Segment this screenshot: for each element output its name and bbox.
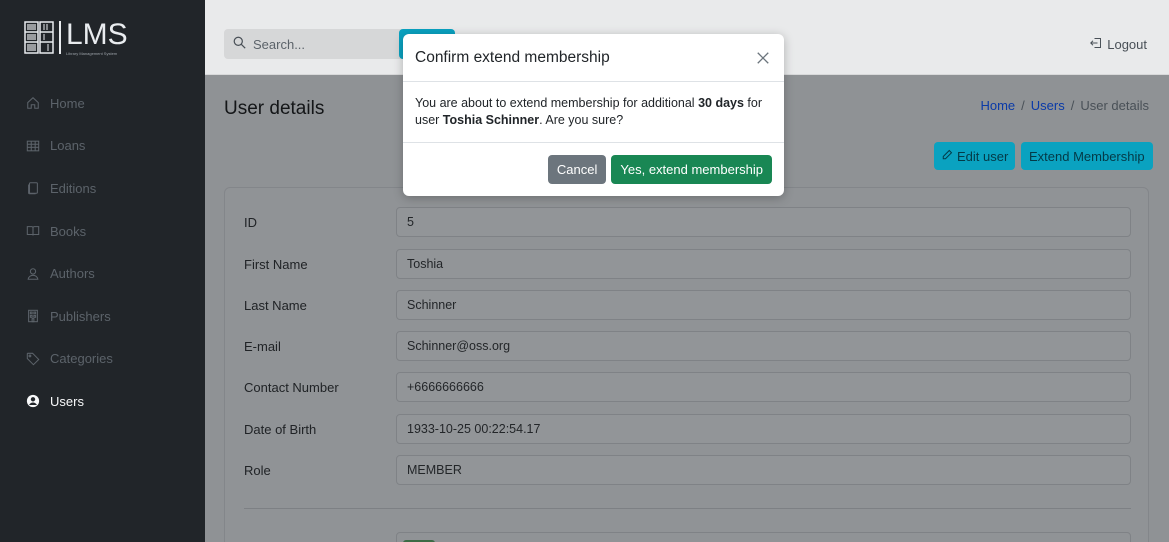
sidebar-item-users[interactable]: Users	[0, 380, 205, 423]
detail-row-email: E-mail Schinner@oss.org	[225, 331, 1148, 361]
copy-icon	[26, 181, 40, 195]
sidebar-item-label: Books	[50, 223, 87, 239]
modal-body-days: 30 days	[698, 96, 744, 110]
modal-title: Confirm extend membership	[415, 48, 610, 66]
confirm-extend-modal: Confirm extend membership You are about …	[403, 34, 784, 196]
card-divider	[244, 508, 1131, 509]
user-details-card: ID 5 First Name Toshia Last Name Schinne…	[224, 187, 1149, 542]
sidebar-item-label: Users	[50, 393, 84, 409]
breadcrumb-separator: /	[1021, 98, 1025, 113]
modal-body-text: You are about to extend membership for a…	[415, 96, 699, 110]
sidebar-item-authors[interactable]: Authors	[0, 252, 205, 295]
search-input[interactable]: Search...	[224, 29, 408, 59]
detail-row-date-of-birth: Date of Birth 1933-10-25 00:22:54.17	[225, 414, 1148, 444]
breadcrumb-separator: /	[1070, 98, 1075, 113]
sidebar-item-home[interactable]: Home	[0, 82, 205, 125]
detail-row-role: Role MEMBER	[225, 455, 1148, 485]
detail-value: Schinner@oss.org	[396, 331, 1131, 361]
sidebar: LMS Library Management System Home Loans…	[0, 0, 205, 542]
sidebar-nav: Home Loans Editions Books Authors Publis…	[0, 82, 205, 423]
search-placeholder: Search...	[253, 36, 306, 52]
detail-value: Toshia	[396, 249, 1131, 279]
sidebar-item-label: Authors	[50, 266, 95, 282]
logo[interactable]: LMS Library Management System	[0, 0, 205, 75]
detail-value: +6666666666	[396, 372, 1131, 402]
sidebar-item-label: Loans	[50, 138, 86, 154]
detail-row-first-name: First Name Toshia	[225, 249, 1148, 279]
modal-body-text: . Are you sure?	[539, 113, 624, 127]
logo-text-wrap: LMS Library Management System	[66, 17, 128, 56]
close-icon[interactable]	[754, 49, 772, 67]
logo-text: LMS	[66, 17, 128, 51]
sidebar-item-label: Publishers	[50, 308, 111, 324]
logo-mark: LMS Library Management System	[24, 17, 128, 56]
breadcrumb-users[interactable]: Users	[1031, 98, 1065, 113]
detail-value: 5	[396, 207, 1131, 237]
logout-button[interactable]: Logout	[1090, 37, 1147, 52]
logo-divider	[59, 21, 61, 54]
sidebar-item-label: Home	[50, 95, 85, 111]
user-circle-icon	[26, 394, 40, 408]
breadcrumb-home[interactable]: Home	[980, 98, 1015, 113]
edit-user-label: Edit user	[957, 148, 1009, 164]
cancel-button[interactable]: Cancel	[547, 154, 607, 184]
detail-row-contact-number: Contact Number +6666666666	[225, 372, 1148, 402]
person-icon	[26, 267, 40, 281]
book-icon	[26, 224, 40, 238]
modal-header: Confirm extend membership	[403, 34, 784, 82]
edit-user-button[interactable]: Edit user	[934, 142, 1016, 170]
search-icon	[233, 36, 246, 52]
sidebar-item-publishers[interactable]: Publishers	[0, 295, 205, 338]
extend-membership-button[interactable]: Extend Membership	[1021, 142, 1153, 170]
breadcrumb-current: User details	[1080, 98, 1149, 113]
detail-label: Role	[244, 463, 271, 478]
modal-body: You are about to extend membership for a…	[403, 82, 784, 143]
detail-row-id: ID 5	[225, 207, 1148, 237]
detail-label: ID	[244, 215, 257, 230]
home-icon	[26, 96, 40, 110]
detail-value: 1933-10-25 00:22:54.17	[396, 414, 1131, 444]
bookshelf-logo-icon	[24, 21, 54, 54]
building-icon	[26, 309, 40, 323]
detail-row-last-name: Last Name Schinner	[225, 290, 1148, 320]
breadcrumb: Home / Users / User details	[980, 98, 1149, 113]
page-title: User details	[224, 98, 325, 119]
pencil-icon	[941, 149, 953, 164]
sidebar-item-label: Editions	[50, 180, 97, 196]
modal-footer: Cancel Yes, extend membership	[403, 143, 784, 195]
detail-label: Last Name	[244, 298, 307, 313]
sidebar-item-loans[interactable]: Loans	[0, 125, 205, 168]
sidebar-item-categories[interactable]: Categories	[0, 338, 205, 381]
confirm-extend-button[interactable]: Yes, extend membership	[611, 154, 772, 184]
detail-label: E-mail	[244, 339, 281, 354]
detail-value: MEMBER	[396, 455, 1131, 485]
sidebar-item-label: Categories	[50, 351, 113, 367]
sidebar-item-books[interactable]: Books	[0, 210, 205, 253]
detail-label: Date of Birth	[244, 422, 317, 437]
logout-label: Logout	[1107, 37, 1147, 52]
detail-value: Schinner	[396, 290, 1131, 320]
detail-label: First Name	[244, 257, 308, 272]
logout-icon	[1090, 37, 1102, 52]
table-icon	[26, 139, 40, 153]
membership-field	[396, 532, 1131, 542]
detail-label: Contact Number	[244, 380, 339, 395]
sidebar-item-editions[interactable]: Editions	[0, 167, 205, 210]
modal-body-user: Toshia Schinner	[442, 113, 540, 127]
extend-membership-label: Extend Membership	[1029, 148, 1145, 164]
tag-icon	[26, 352, 40, 366]
logo-subtitle: Library Management System	[66, 50, 118, 56]
